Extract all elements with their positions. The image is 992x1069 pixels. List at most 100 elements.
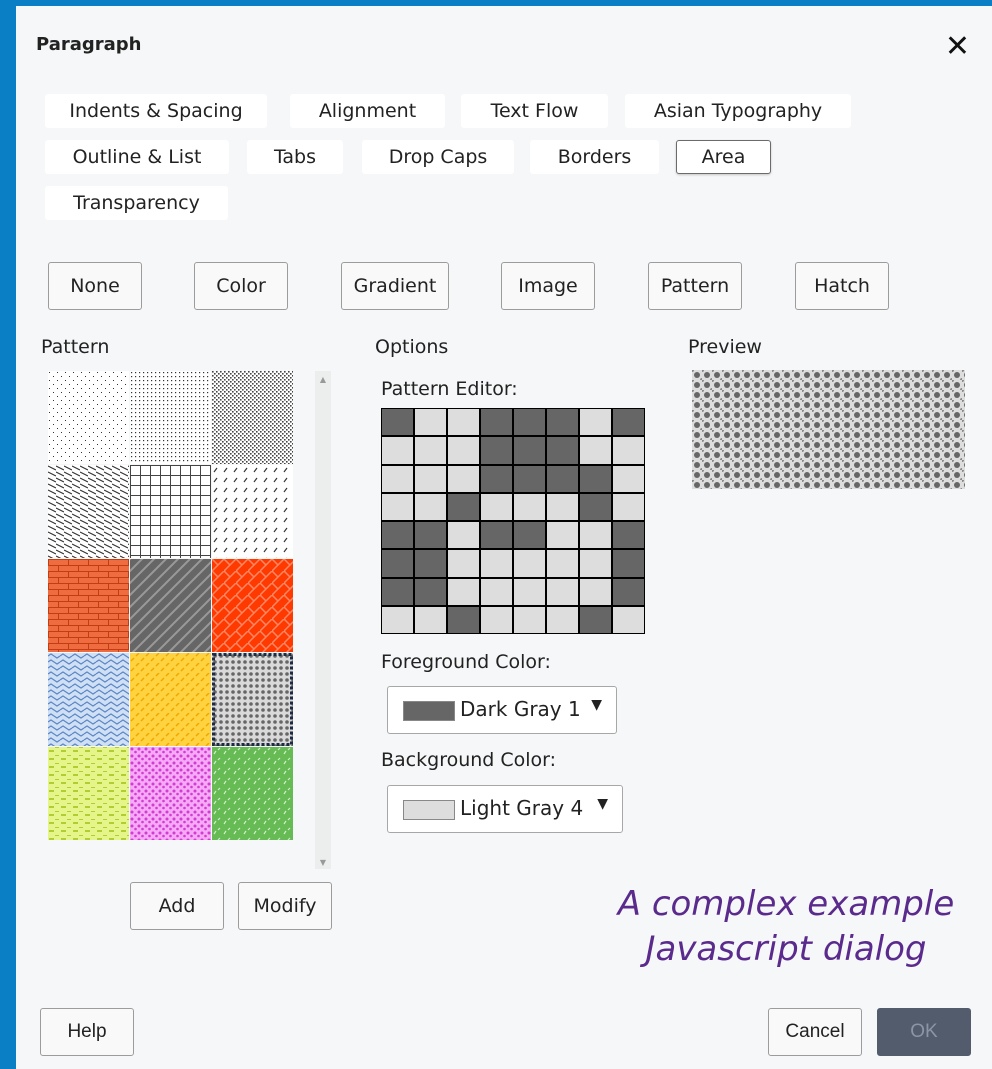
fill-image-button[interactable]: Image — [501, 262, 595, 310]
tab-tabs[interactable]: Tabs — [247, 140, 343, 174]
pattern-swatch-pink[interactable] — [130, 747, 211, 840]
tab-borders[interactable]: Borders — [530, 140, 659, 174]
pattern-editor-pixel[interactable] — [547, 522, 578, 549]
pattern-editor-pixel[interactable] — [514, 437, 545, 464]
fill-hatch-button[interactable]: Hatch — [795, 262, 889, 310]
scroll-up-icon[interactable]: ▲ — [315, 375, 331, 384]
pattern-editor-pixel[interactable] — [448, 578, 479, 605]
pattern-editor-pixel[interactable] — [613, 578, 644, 605]
foreground-color-dropdown[interactable]: Dark Gray 1 ▼ — [387, 686, 617, 734]
tab-transparency[interactable]: Transparency — [45, 186, 228, 220]
pattern-editor-pixel[interactable] — [415, 550, 446, 577]
fill-color-button[interactable]: Color — [194, 262, 288, 310]
pattern-editor-pixel[interactable] — [415, 606, 446, 633]
pattern-editor-pixel[interactable] — [382, 409, 413, 436]
pattern-editor-pixel[interactable] — [481, 550, 512, 577]
pattern-editor-pixel[interactable] — [382, 465, 413, 492]
fill-pattern-button[interactable]: Pattern — [648, 262, 742, 310]
add-button[interactable]: Add — [130, 882, 224, 930]
pattern-editor-pixel[interactable] — [613, 522, 644, 549]
pattern-editor-pixel[interactable] — [448, 550, 479, 577]
tab-asian-typography[interactable]: Asian Typography — [625, 94, 851, 128]
pattern-editor-pixel[interactable] — [481, 578, 512, 605]
pattern-editor-pixel[interactable] — [580, 578, 611, 605]
cancel-button[interactable]: Cancel — [768, 1008, 862, 1056]
pattern-editor-pixel[interactable] — [415, 522, 446, 549]
tab-indents-spacing[interactable]: Indents & Spacing — [45, 94, 267, 128]
pattern-swatch-selected-gray[interactable] — [212, 653, 293, 746]
pattern-editor-pixel[interactable] — [481, 409, 512, 436]
pattern-swatch-diagonal-lines[interactable] — [48, 465, 129, 558]
pattern-editor-pixel[interactable] — [580, 409, 611, 436]
pattern-editor-pixel[interactable] — [613, 606, 644, 633]
pattern-editor-pixel[interactable] — [514, 409, 545, 436]
tab-text-flow[interactable]: Text Flow — [461, 94, 608, 128]
pattern-editor-pixel[interactable] — [382, 578, 413, 605]
pattern-editor-pixel[interactable] — [382, 493, 413, 520]
pattern-editor-pixel[interactable] — [481, 493, 512, 520]
pattern-editor-pixel[interactable] — [448, 409, 479, 436]
pattern-editor-pixel[interactable] — [580, 606, 611, 633]
pattern-editor-pixel[interactable] — [514, 465, 545, 492]
pattern-editor-pixel[interactable] — [580, 437, 611, 464]
pattern-swatch-fine-dots[interactable] — [48, 371, 129, 464]
background-color-dropdown[interactable]: Light Gray 4 ▼ — [387, 785, 623, 833]
pattern-swatch-gray-weave[interactable] — [130, 559, 211, 652]
pattern-editor-pixel[interactable] — [547, 493, 578, 520]
pattern-editor-pixel[interactable] — [580, 522, 611, 549]
pattern-swatch-medium-dots[interactable] — [130, 371, 211, 464]
pattern-editor-pixel[interactable] — [448, 465, 479, 492]
pattern-editor-pixel[interactable] — [580, 550, 611, 577]
pattern-editor-pixel[interactable] — [481, 437, 512, 464]
pattern-editor-pixel[interactable] — [547, 465, 578, 492]
pattern-editor-pixel[interactable] — [448, 493, 479, 520]
pattern-editor-pixel[interactable] — [415, 465, 446, 492]
tab-drop-caps[interactable]: Drop Caps — [362, 140, 514, 174]
pattern-editor-pixel[interactable] — [580, 465, 611, 492]
pattern-swatch-dashes[interactable] — [212, 465, 293, 558]
pattern-editor-grid[interactable] — [381, 408, 645, 634]
pattern-editor-pixel[interactable] — [382, 522, 413, 549]
pattern-swatch-lime[interactable] — [48, 747, 129, 840]
help-button[interactable]: Help — [40, 1008, 134, 1056]
pattern-editor-pixel[interactable] — [481, 522, 512, 549]
fill-gradient-button[interactable]: Gradient — [341, 262, 449, 310]
pattern-editor-pixel[interactable] — [415, 578, 446, 605]
pattern-editor-pixel[interactable] — [481, 606, 512, 633]
pattern-swatch-brick[interactable] — [48, 559, 129, 652]
gallery-scrollbar[interactable]: ▲ ▼ — [315, 371, 331, 869]
pattern-editor-pixel[interactable] — [415, 493, 446, 520]
pattern-editor-pixel[interactable] — [514, 493, 545, 520]
pattern-editor-pixel[interactable] — [547, 550, 578, 577]
pattern-editor-pixel[interactable] — [514, 550, 545, 577]
pattern-editor-pixel[interactable] — [415, 437, 446, 464]
pattern-editor-pixel[interactable] — [613, 409, 644, 436]
pattern-editor-pixel[interactable] — [613, 437, 644, 464]
pattern-editor-pixel[interactable] — [613, 550, 644, 577]
pattern-editor-pixel[interactable] — [448, 606, 479, 633]
tab-outline-list[interactable]: Outline & List — [45, 140, 229, 174]
pattern-editor-pixel[interactable] — [415, 409, 446, 436]
modify-button[interactable]: Modify — [238, 882, 332, 930]
pattern-swatch-green[interactable] — [212, 747, 293, 840]
pattern-editor-pixel[interactable] — [514, 606, 545, 633]
tab-area[interactable]: Area — [676, 140, 771, 174]
pattern-editor-pixel[interactable] — [514, 522, 545, 549]
pattern-editor-pixel[interactable] — [613, 465, 644, 492]
close-icon[interactable]: ✕ — [945, 32, 970, 62]
tab-alignment[interactable]: Alignment — [290, 94, 445, 128]
ok-button[interactable]: OK — [877, 1008, 971, 1056]
pattern-swatch-blue-wave[interactable] — [48, 653, 129, 746]
pattern-editor-pixel[interactable] — [580, 493, 611, 520]
pattern-editor-pixel[interactable] — [448, 522, 479, 549]
pattern-editor-pixel[interactable] — [547, 606, 578, 633]
pattern-editor-pixel[interactable] — [481, 465, 512, 492]
pattern-editor-pixel[interactable] — [382, 437, 413, 464]
pattern-swatch-red-weave[interactable] — [212, 559, 293, 652]
pattern-editor-pixel[interactable] — [547, 578, 578, 605]
pattern-swatch-dense-dots[interactable] — [212, 371, 293, 464]
pattern-editor-pixel[interactable] — [547, 437, 578, 464]
pattern-editor-pixel[interactable] — [613, 493, 644, 520]
pattern-editor-pixel[interactable] — [514, 578, 545, 605]
pattern-editor-pixel[interactable] — [448, 437, 479, 464]
